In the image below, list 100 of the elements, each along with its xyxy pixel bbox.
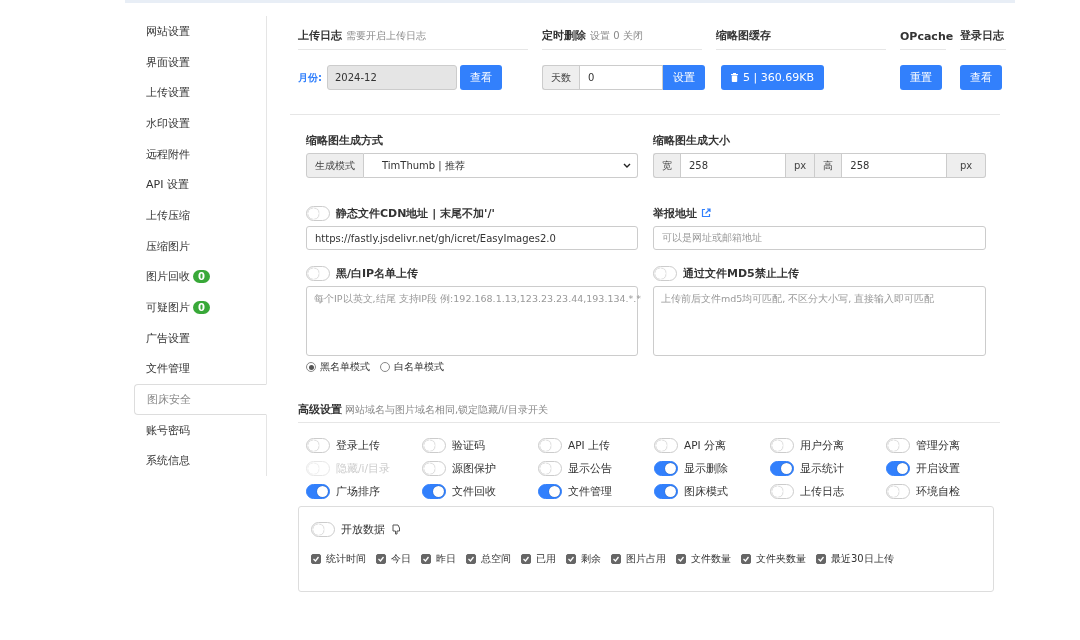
toggle-switch[interactable] bbox=[654, 484, 678, 499]
sidebar-item-label: 图片回收 bbox=[146, 269, 190, 285]
toggle-switch[interactable] bbox=[306, 438, 330, 453]
section-title: 缩略图缓存 bbox=[716, 28, 771, 43]
sidebar-item[interactable]: 水印设置 bbox=[134, 108, 266, 139]
external-link-icon[interactable] bbox=[701, 208, 711, 218]
toggle-switch[interactable] bbox=[654, 438, 678, 453]
checkbox[interactable] bbox=[566, 554, 576, 564]
toggle-switch[interactable] bbox=[770, 461, 794, 476]
checkbox-label: 文件数量 bbox=[691, 552, 731, 566]
toggle-switch[interactable] bbox=[311, 522, 335, 537]
toggle-switch[interactable] bbox=[306, 265, 330, 281]
checkbox[interactable] bbox=[421, 554, 431, 564]
toggle-switch[interactable] bbox=[422, 461, 446, 476]
reset-button[interactable]: 重置 bbox=[900, 65, 942, 90]
sidebar-item-label: 可疑图片 bbox=[146, 299, 190, 315]
toggle-label: 显示删除 bbox=[684, 461, 728, 476]
field-label: 缩略图生成大小 bbox=[653, 132, 730, 148]
view-button[interactable]: 查看 bbox=[960, 65, 1002, 90]
toggle-switch[interactable] bbox=[538, 438, 562, 453]
toggle-label: 上传日志 bbox=[800, 484, 844, 499]
toggle-switch[interactable] bbox=[538, 484, 562, 499]
mode-select[interactable]: TimThumb | 推荐 bbox=[364, 153, 638, 178]
cdn-url-field[interactable]: https://fastly.jsdelivr.net/gh/icret/EasyImages2.0 bbox=[306, 226, 638, 250]
sidebar-item[interactable]: 系统信息 bbox=[134, 445, 266, 477]
checkbox-label: 最近30日上传 bbox=[831, 552, 894, 566]
sidebar-item-label: 账号密码 bbox=[146, 422, 190, 438]
set-button[interactable]: 设置 bbox=[663, 65, 705, 90]
checkbox-label: 已用 bbox=[536, 552, 556, 566]
toggle-switch[interactable] bbox=[306, 205, 330, 221]
toggle-label: 验证码 bbox=[452, 438, 485, 453]
sidebar-item[interactable]: 网站设置 bbox=[134, 16, 266, 47]
toggle-label: 登录上传 bbox=[336, 438, 380, 453]
days-field[interactable]: 0 bbox=[579, 65, 663, 90]
sidebar-item-label: API 设置 bbox=[146, 177, 189, 193]
checkbox[interactable] bbox=[741, 554, 751, 564]
field-label: 静态文件CDN地址 | 末尾不加'/' bbox=[336, 205, 495, 221]
sidebar-item[interactable]: 文件管理 bbox=[134, 353, 266, 385]
height-field[interactable]: 258 bbox=[841, 153, 948, 178]
toggle-switch[interactable] bbox=[653, 265, 677, 281]
checkbox[interactable] bbox=[311, 554, 321, 564]
sidebar-item-label: 网站设置 bbox=[146, 23, 190, 39]
sidebar-item[interactable]: 界面设置 bbox=[134, 46, 266, 78]
field-label: 缩略图生成方式 bbox=[306, 132, 383, 148]
checkbox[interactable] bbox=[611, 554, 621, 564]
checkbox-label: 昨日 bbox=[436, 552, 456, 566]
checkbox-label: 总空间 bbox=[481, 552, 511, 566]
sidebar-item-label: 文件管理 bbox=[146, 361, 190, 377]
checkbox-label: 剩余 bbox=[581, 552, 601, 566]
clear-cache-button[interactable]: 5 | 360.69KB bbox=[721, 65, 824, 90]
sidebar-item[interactable]: 上传设置 bbox=[134, 77, 266, 108]
toggle-label: 显示公告 bbox=[568, 461, 612, 476]
toggle-switch[interactable] bbox=[654, 461, 678, 476]
checkbox[interactable] bbox=[816, 554, 826, 564]
count-badge: 0 bbox=[193, 270, 210, 284]
count-badge: 0 bbox=[193, 300, 210, 314]
days-addon: 天数 bbox=[542, 65, 579, 90]
checkbox[interactable] bbox=[376, 554, 386, 564]
hand-pointing-icon bbox=[391, 524, 401, 535]
sidebar-item-label: 远程附件 bbox=[146, 146, 190, 162]
toggle-switch[interactable] bbox=[306, 484, 330, 499]
sidebar-item[interactable]: API 设置 bbox=[134, 169, 266, 201]
sidebar-item[interactable]: 账号密码 bbox=[134, 414, 266, 446]
sidebar-item[interactable]: 上传压缩 bbox=[134, 200, 266, 231]
toggle-label: 开放数据 bbox=[341, 522, 385, 537]
sidebar-item[interactable]: 远程附件 bbox=[134, 138, 266, 170]
sidebar-item-label: 界面设置 bbox=[146, 54, 190, 70]
toggle-label: 显示统计 bbox=[800, 461, 844, 476]
checkbox-label: 今日 bbox=[391, 552, 411, 566]
toggle-switch[interactable] bbox=[886, 438, 910, 453]
sidebar-item[interactable]: 可疑图片 0 bbox=[134, 292, 266, 323]
toggle-switch[interactable] bbox=[422, 438, 446, 453]
toggle-switch[interactable] bbox=[770, 438, 794, 453]
sidebar-item-label: 系统信息 bbox=[146, 453, 190, 469]
sidebar-item[interactable]: 压缩图片 bbox=[134, 230, 266, 262]
trash-icon bbox=[731, 73, 738, 82]
month-field[interactable]: 2024-12 bbox=[327, 65, 457, 90]
section-title: 上传日志 bbox=[298, 28, 342, 43]
checkbox[interactable] bbox=[466, 554, 476, 564]
sidebar-item-label: 上传设置 bbox=[146, 85, 190, 101]
sidebar-item[interactable]: 广告设置 bbox=[134, 322, 266, 354]
toggle-label: 管理分离 bbox=[916, 438, 960, 453]
toggle-switch[interactable] bbox=[886, 484, 910, 499]
width-field[interactable]: 258 bbox=[680, 153, 786, 178]
field-label: 举报地址 bbox=[653, 205, 697, 221]
field-label: 黑/白IP名单上传 bbox=[336, 265, 419, 281]
month-label: 月份: bbox=[298, 70, 322, 85]
checkbox[interactable] bbox=[676, 554, 686, 564]
field-label: 通过文件MD5禁止上传 bbox=[683, 265, 799, 281]
toggle-switch[interactable] bbox=[770, 484, 794, 499]
sidebar-item[interactable]: 图片回收 0 bbox=[134, 261, 266, 293]
toggle-switch[interactable] bbox=[886, 461, 910, 476]
toggle-label: 广场排序 bbox=[336, 484, 380, 499]
toggle-switch[interactable] bbox=[538, 461, 562, 476]
chevron-down-icon bbox=[623, 163, 631, 168]
sidebar-item[interactable]: 图床安全 bbox=[134, 384, 267, 415]
checkbox-label: 图片占用 bbox=[626, 552, 666, 566]
view-button[interactable]: 查看 bbox=[460, 65, 502, 90]
toggle-switch[interactable] bbox=[422, 484, 446, 499]
checkbox[interactable] bbox=[521, 554, 531, 564]
